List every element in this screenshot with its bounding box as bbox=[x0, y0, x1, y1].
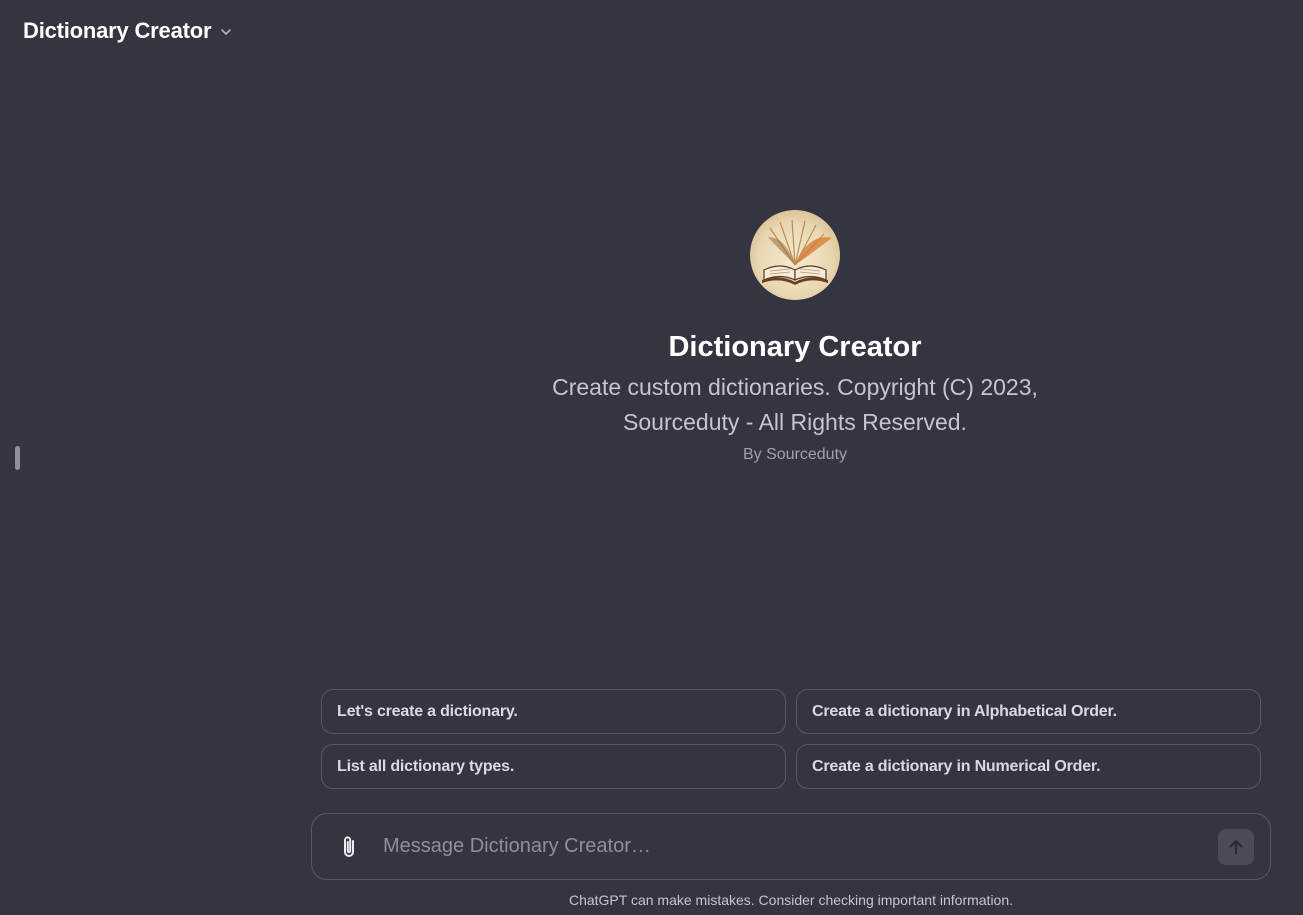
starter-button[interactable]: Create a dictionary in Numerical Order. bbox=[796, 744, 1261, 789]
gpt-author: By Sourceduty bbox=[742, 446, 848, 463]
chat-page: Dictionary Creator Dictionary Creator Cr… bbox=[0, 0, 1303, 915]
gpt-avatar bbox=[750, 210, 840, 300]
sidebar-toggle-handle[interactable] bbox=[15, 446, 20, 470]
gpt-intro: Dictionary Creator Create custom diction… bbox=[320, 210, 1270, 464]
starter-button[interactable]: Create a dictionary in Alphabetical Orde… bbox=[796, 689, 1261, 734]
message-input[interactable] bbox=[381, 834, 1218, 859]
gpt-selector[interactable]: Dictionary Creator bbox=[23, 18, 232, 44]
disclaimer-text: ChatGPT can make mistakes. Consider chec… bbox=[568, 892, 1014, 908]
open-book-icon bbox=[762, 219, 832, 285]
starter-button[interactable]: Let's create a dictionary. bbox=[321, 689, 786, 734]
conversation-starters: Let's create a dictionary. Create a dict… bbox=[321, 689, 1261, 789]
starter-button[interactable]: List all dictionary types. bbox=[321, 744, 786, 789]
message-composer bbox=[311, 813, 1271, 880]
gpt-description: Create custom dictionaries. Copyright (C… bbox=[552, 374, 1038, 435]
chevron-down-icon bbox=[221, 29, 232, 35]
header-title: Dictionary Creator bbox=[23, 18, 212, 43]
gpt-name: Dictionary Creator bbox=[668, 331, 922, 363]
send-button[interactable] bbox=[1218, 828, 1254, 865]
arrow-up-icon bbox=[1229, 839, 1243, 854]
paperclip-icon[interactable] bbox=[337, 834, 361, 860]
